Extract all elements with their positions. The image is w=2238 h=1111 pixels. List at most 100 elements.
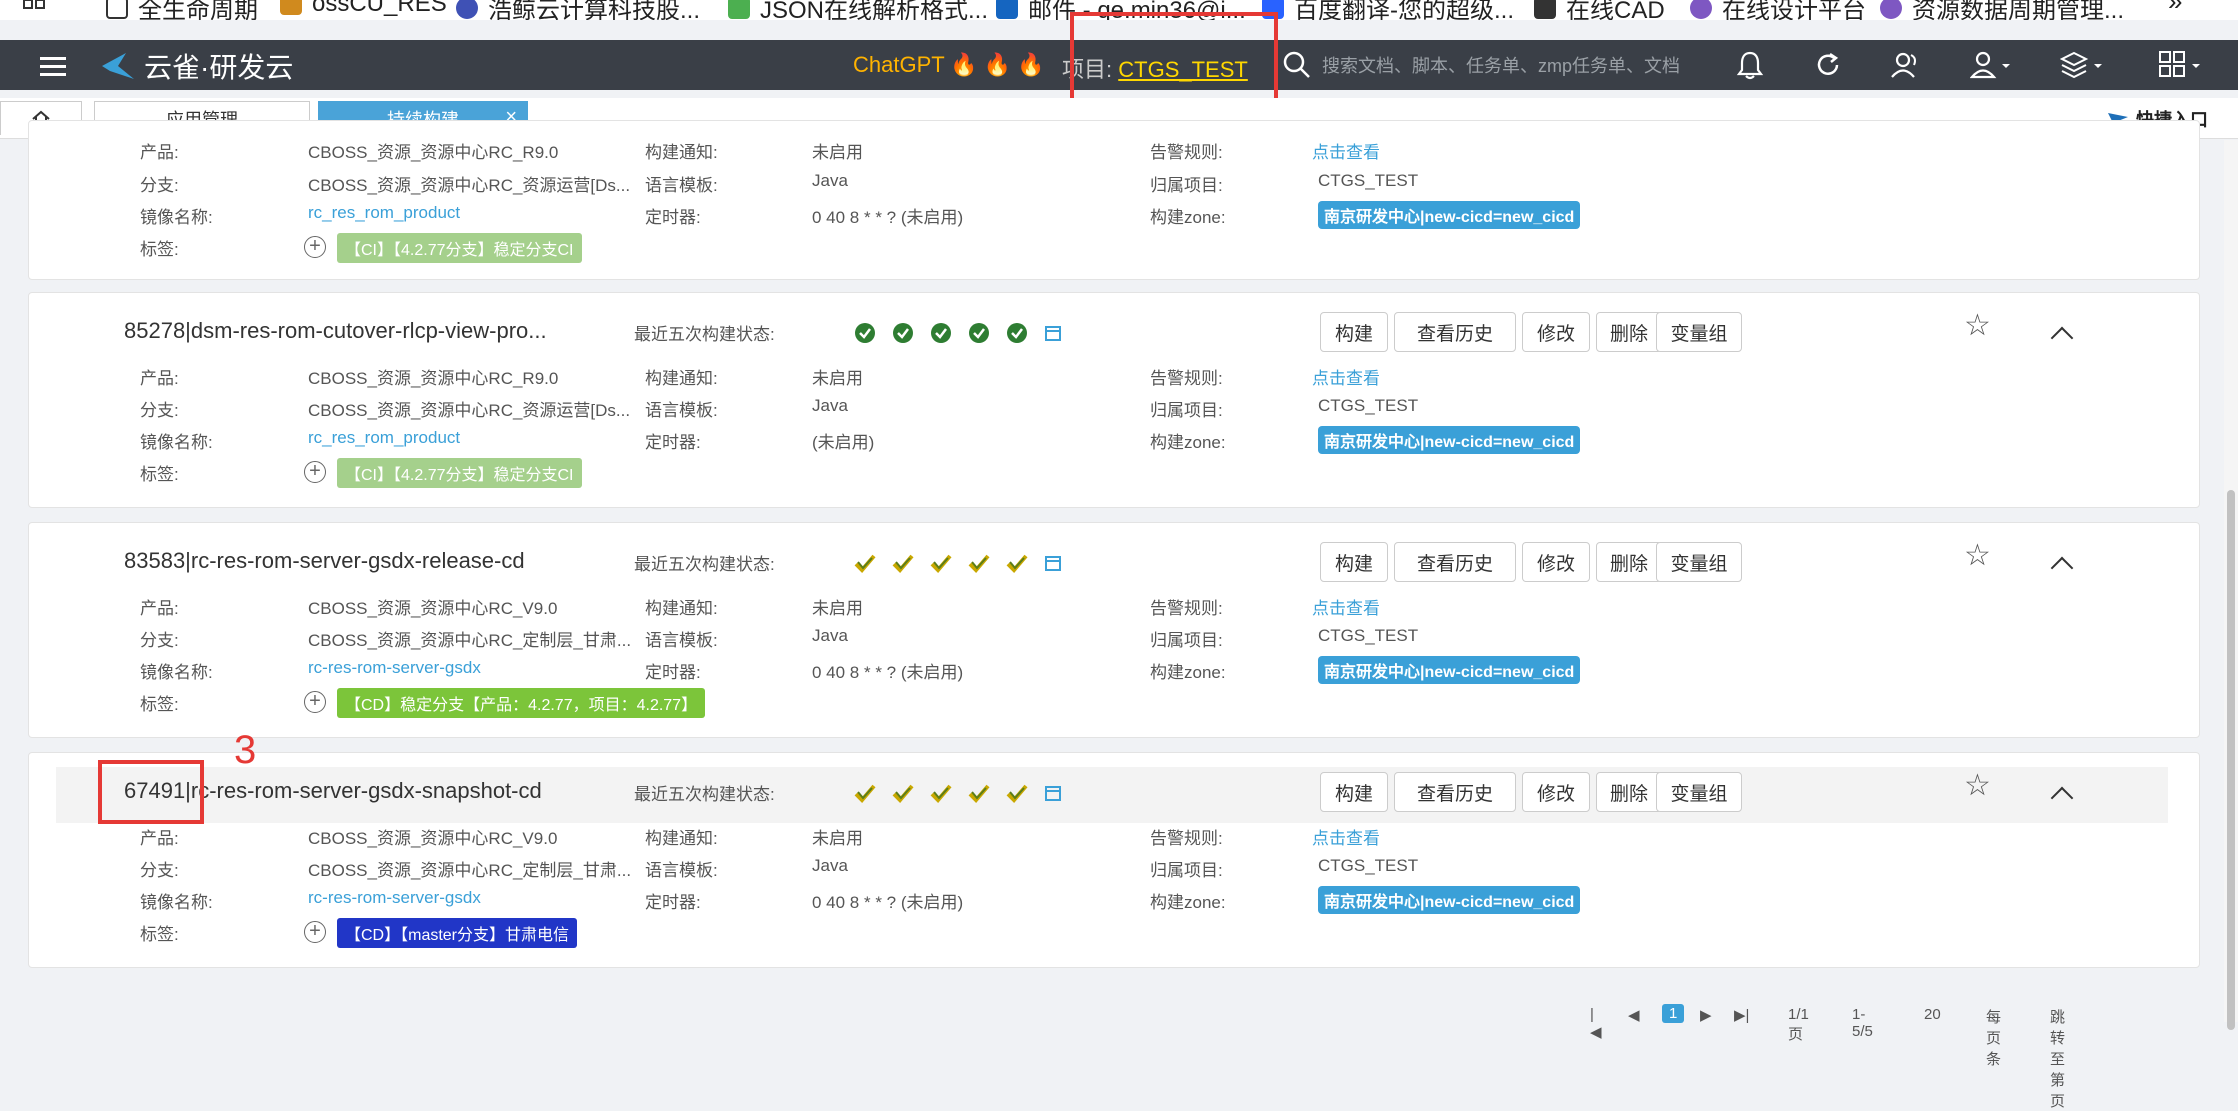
bell-icon[interactable] <box>1736 50 1764 80</box>
deploy-check-icon[interactable] <box>930 552 952 574</box>
notify-label: 构建通知: <box>645 369 718 388</box>
deploy-check-icon[interactable] <box>1006 552 1028 574</box>
notify-value: 未启用 <box>812 143 863 162</box>
star-icon[interactable]: ☆ <box>1964 538 1991 573</box>
history-button[interactable]: 查看历史 <box>1394 772 1516 812</box>
bookmark-item[interactable]: 全生命周期 <box>106 0 258 20</box>
recent-status-label: 最近五次构建状态: <box>634 555 775 574</box>
branch-value: CBOSS_资源_资源中心RC_定制层_甘肃... <box>308 631 632 650</box>
layers-icon[interactable] <box>2060 50 2108 80</box>
deploy-check-icon[interactable] <box>892 782 914 804</box>
more-chevron-icon[interactable]: » <box>2168 0 2182 17</box>
deploy-check-icon[interactable] <box>930 782 952 804</box>
bookmark-item[interactable]: 在线CAD <box>1534 0 1665 20</box>
job-title-link[interactable]: 83583|rc-res-rom-server-gsdx-release-cd <box>124 548 525 574</box>
star-icon[interactable]: ☆ <box>1964 768 1991 803</box>
alert-link[interactable]: 点击查看 <box>1312 364 1380 389</box>
page-size-select[interactable]: 20 <box>1924 1006 1941 1023</box>
edit-button[interactable]: 修改 <box>1522 772 1590 812</box>
zone-badge: 南京研发中心|new-cicd=new_cicd <box>1318 886 1581 914</box>
deploy-check-icon[interactable] <box>1006 782 1028 804</box>
deploy-check-icon[interactable] <box>968 552 990 574</box>
bookmark-item[interactable]: 资源数据周期管理... <box>1880 0 2124 20</box>
alert-link[interactable]: 点击查看 <box>1312 594 1380 619</box>
search-input[interactable] <box>1320 50 1684 82</box>
prev-page-icon[interactable]: ◀ <box>1628 1006 1640 1024</box>
branch-value: CBOSS_资源_资源中心RC_定制层_甘肃... <box>308 861 632 880</box>
next-page-icon[interactable]: ▶ <box>1700 1006 1712 1024</box>
product-label: 产品: <box>140 369 179 388</box>
image-link[interactable]: rc-res-rom-server-gsdx <box>308 888 481 908</box>
success-check-icon[interactable] <box>892 322 914 344</box>
add-tag-icon[interactable]: + <box>304 461 326 483</box>
menu-icon[interactable] <box>40 52 66 81</box>
vargroup-button[interactable]: 变量组 <box>1656 312 1742 352</box>
alert-link[interactable]: 点击查看 <box>1312 824 1380 849</box>
bookmark-item[interactable]: JSON在线解析格式... <box>728 0 988 20</box>
image-link[interactable]: rc-res-rom-server-gsdx <box>308 658 481 678</box>
scrollbar[interactable] <box>2224 140 2238 1030</box>
users-icon[interactable] <box>1890 50 1922 80</box>
alert-label: 告警规则: <box>1150 143 1223 162</box>
image-link[interactable]: rc_res_rom_product <box>308 203 460 223</box>
success-check-icon[interactable] <box>1006 322 1028 344</box>
first-page-icon[interactable]: |◀ <box>1590 1006 1602 1041</box>
image-label: 镜像名称: <box>140 893 213 912</box>
job-title-link[interactable]: 85278|dsm-res-rom-cutover-rlcp-view-pro.… <box>124 318 547 344</box>
notify-label: 构建通知: <box>645 829 718 848</box>
alert-label: 告警规则: <box>1150 829 1223 848</box>
belong-value: CTGS_TEST <box>1318 171 1419 190</box>
delete-button[interactable]: 删除 <box>1596 312 1662 352</box>
deploy-check-icon[interactable] <box>968 782 990 804</box>
bookmark-item[interactable]: 百度翻译-您的超级... <box>1262 0 1514 20</box>
alert-link[interactable]: 点击查看 <box>1312 138 1380 163</box>
zone-badge: 南京研发中心|new-cicd=new_cicd <box>1318 656 1581 684</box>
search-icon[interactable] <box>1282 50 1312 80</box>
add-tag-icon[interactable]: + <box>304 921 326 943</box>
current-page[interactable]: 1 <box>1662 1004 1685 1023</box>
chatgpt-link[interactable]: ChatGPT 🔥 🔥 🔥 <box>853 52 1045 78</box>
timer-label: 定时器: <box>645 663 701 682</box>
image-link[interactable]: rc_res_rom_product <box>308 428 460 448</box>
belong-label: 归属项目: <box>1150 176 1223 195</box>
refresh-icon[interactable] <box>1814 50 1842 80</box>
calendar-icon[interactable] <box>1044 324 1062 342</box>
app-logo[interactable]: 云雀·研发云 <box>100 46 293 86</box>
calendar-icon[interactable] <box>1044 554 1062 572</box>
bookmark-item[interactable]: 浩鲸云计算科技股... <box>456 0 700 20</box>
edit-button[interactable]: 修改 <box>1522 542 1590 582</box>
timer-label: 定时器: <box>645 893 701 912</box>
notify-value: 未启用 <box>812 369 863 388</box>
design-icon <box>1880 0 1902 19</box>
deploy-check-icon[interactable] <box>854 782 876 804</box>
success-check-icon[interactable] <box>968 322 990 344</box>
last-page-icon[interactable]: ▶| <box>1734 1006 1749 1024</box>
star-icon[interactable]: ☆ <box>1964 308 1991 343</box>
template-value: Java <box>812 171 848 190</box>
add-tag-icon[interactable]: + <box>304 691 326 713</box>
bookmark-item[interactable]: ossCU_RES <box>280 0 447 18</box>
history-button[interactable]: 查看历史 <box>1394 312 1516 352</box>
app-grid-menu-icon[interactable] <box>2158 50 2206 80</box>
delete-button[interactable]: 删除 <box>1596 772 1662 812</box>
deploy-check-icon[interactable] <box>854 552 876 574</box>
success-check-icon[interactable] <box>930 322 952 344</box>
scrollbar-thumb[interactable] <box>2227 490 2235 1030</box>
timer-value: 0 40 8 * * ? (未启用) <box>812 208 964 227</box>
build-button[interactable]: 构建 <box>1320 772 1388 812</box>
bookmark-item[interactable]: 在线设计平台 <box>1690 0 1866 20</box>
vargroup-button[interactable]: 变量组 <box>1656 542 1742 582</box>
delete-button[interactable]: 删除 <box>1596 542 1662 582</box>
calendar-icon[interactable] <box>1044 784 1062 802</box>
edit-button[interactable]: 修改 <box>1522 312 1590 352</box>
product-value: CBOSS_资源_资源中心RC_R9.0 <box>308 369 559 388</box>
apps-grid-icon[interactable] <box>22 0 46 10</box>
history-button[interactable]: 查看历史 <box>1394 542 1516 582</box>
success-check-icon[interactable] <box>854 322 876 344</box>
add-tag-icon[interactable]: + <box>304 236 326 258</box>
build-button[interactable]: 构建 <box>1320 542 1388 582</box>
build-button[interactable]: 构建 <box>1320 312 1388 352</box>
user-menu-icon[interactable] <box>1970 50 2018 80</box>
deploy-check-icon[interactable] <box>892 552 914 574</box>
vargroup-button[interactable]: 变量组 <box>1656 772 1742 812</box>
